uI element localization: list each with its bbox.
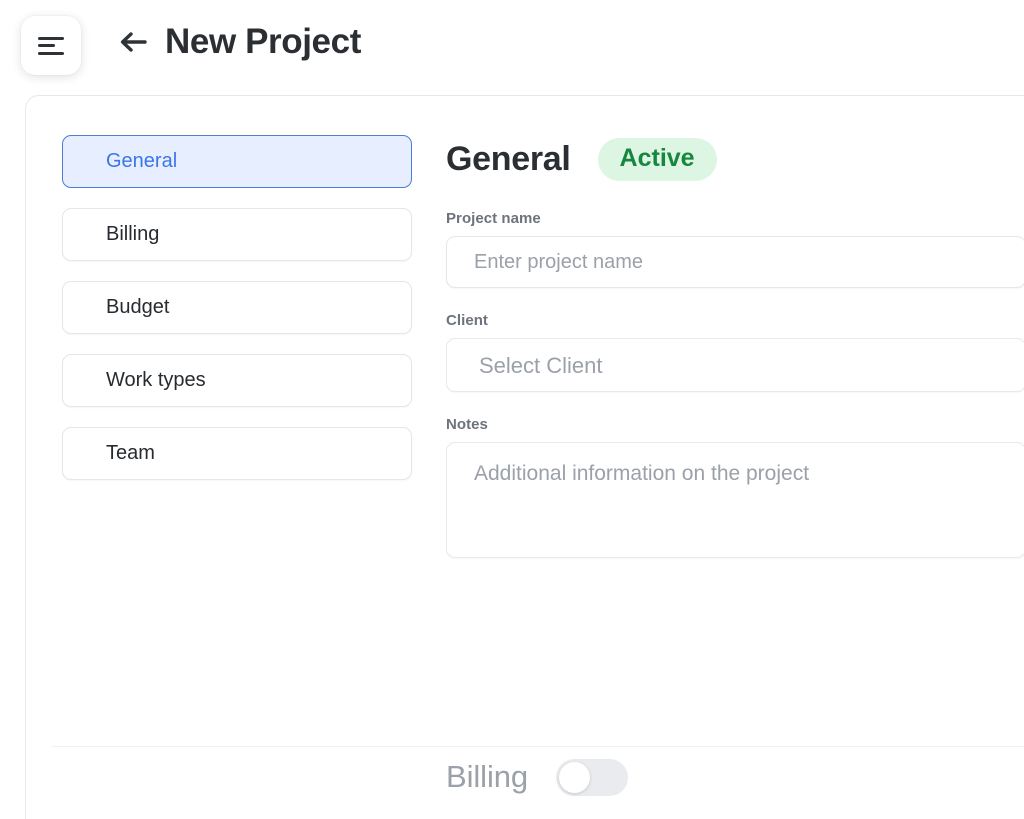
status-badge: Active bbox=[597, 137, 717, 181]
sidebar-item-work-types[interactable]: Work types bbox=[62, 354, 412, 407]
toggle-knob bbox=[559, 761, 591, 793]
sidebar-item-label: Budget bbox=[106, 296, 170, 318]
client-label: Client bbox=[446, 312, 488, 329]
notes-label: Notes bbox=[446, 416, 488, 433]
billing-toggle[interactable] bbox=[556, 758, 629, 796]
hamburger-menu-icon bbox=[38, 36, 64, 55]
notes-textarea[interactable] bbox=[446, 442, 1024, 558]
project-name-field: Project name bbox=[446, 210, 1024, 288]
client-select[interactable]: Select Client bbox=[446, 338, 1024, 392]
panel-header: General Active bbox=[446, 134, 1024, 184]
top-bar: New Project bbox=[0, 0, 1024, 95]
sidebar-item-label: Billing bbox=[106, 223, 160, 245]
arrow-left-icon bbox=[120, 32, 147, 52]
notes-field: Notes bbox=[446, 416, 1024, 558]
back-button[interactable] bbox=[115, 24, 151, 60]
panel-title: General bbox=[446, 140, 571, 178]
card-inner: General Billing Budget Work types Team G… bbox=[26, 96, 1024, 819]
hamburger-menu-button[interactable] bbox=[21, 16, 81, 75]
billing-section: Billing bbox=[446, 754, 629, 800]
general-settings-panel: General Active Project name Client Selec… bbox=[446, 134, 1024, 582]
sidebar-item-label: General bbox=[106, 150, 178, 172]
app-root: New Project General Billing Budget Work … bbox=[0, 0, 1024, 819]
project-name-label: Project name bbox=[446, 210, 541, 227]
settings-tab-list: General Billing Budget Work types Team bbox=[62, 135, 412, 500]
settings-card: General Billing Budget Work types Team G… bbox=[25, 95, 1024, 819]
section-divider bbox=[52, 746, 1024, 747]
project-name-input[interactable] bbox=[446, 236, 1024, 288]
sidebar-item-team[interactable]: Team bbox=[62, 427, 412, 480]
sidebar-item-billing[interactable]: Billing bbox=[62, 208, 412, 261]
page-title: New Project bbox=[165, 22, 361, 61]
sidebar-item-general[interactable]: General bbox=[62, 135, 412, 188]
client-field: Client Select Client bbox=[446, 312, 1024, 392]
billing-label: Billing bbox=[446, 759, 529, 794]
sidebar-item-budget[interactable]: Budget bbox=[62, 281, 412, 334]
sidebar-item-label: Work types bbox=[106, 369, 206, 391]
sidebar-item-label: Team bbox=[106, 442, 155, 464]
